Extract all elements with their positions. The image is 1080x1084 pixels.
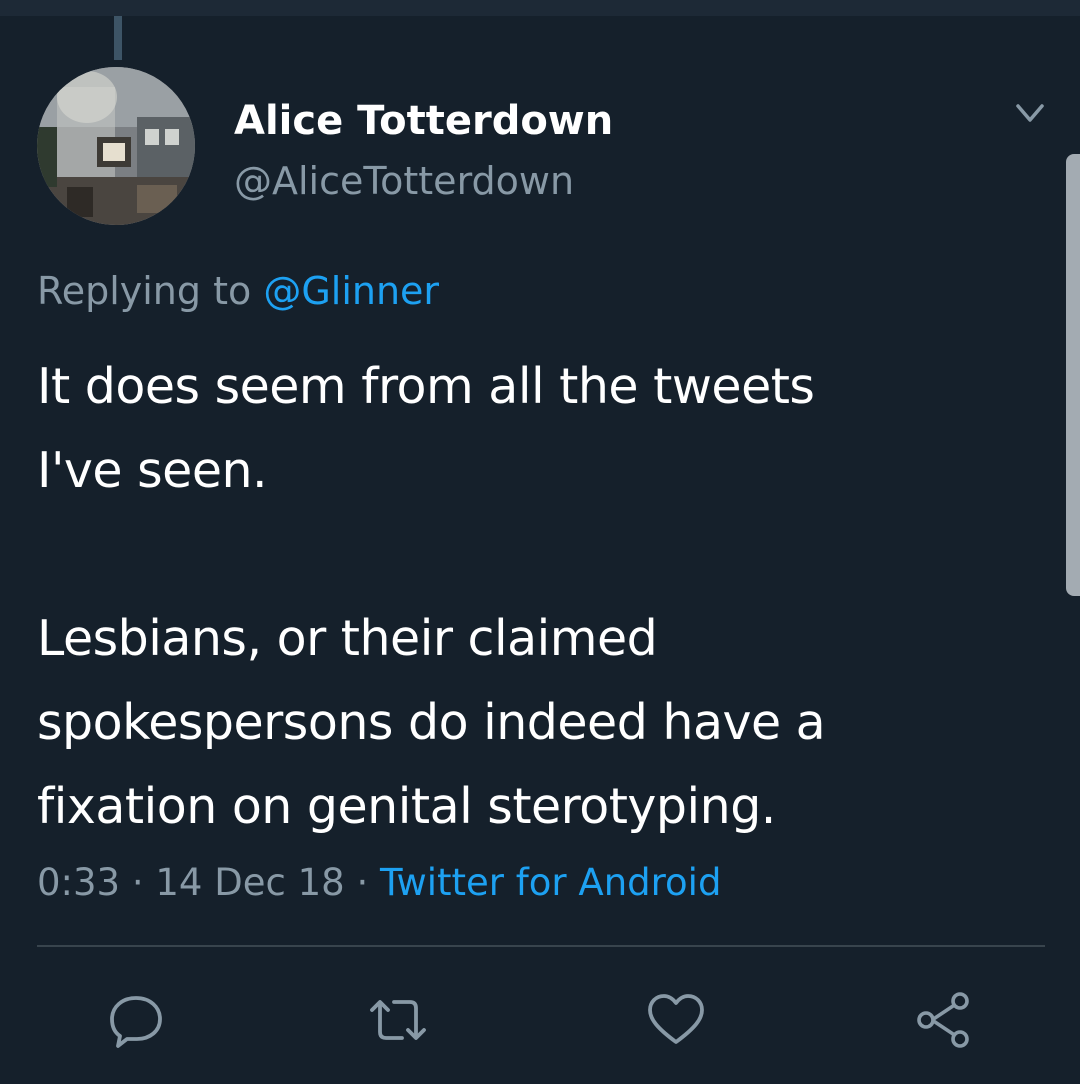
- share-icon: [917, 992, 969, 1048]
- tweet-date: 14 Dec 18: [155, 861, 345, 904]
- meta-separator: ·: [344, 861, 380, 904]
- retweet-button[interactable]: [363, 985, 433, 1055]
- tweet-meta: 0:33 · 14 Dec 18 · Twitter for Android: [37, 857, 721, 909]
- retweet-icon: [370, 1000, 426, 1040]
- tweet-source-link[interactable]: Twitter for Android: [380, 861, 721, 904]
- chevron-down-icon[interactable]: [1010, 96, 1050, 132]
- divider: [37, 945, 1045, 947]
- comment-icon: [110, 996, 162, 1048]
- replying-to-label: Replying to: [37, 269, 252, 313]
- tweet-time: 0:33: [37, 861, 121, 904]
- heart-icon: [648, 994, 704, 1044]
- meta-separator: ·: [120, 861, 156, 904]
- scrollbar-thumb[interactable]: [1066, 154, 1080, 596]
- thread-connector-line: [114, 16, 122, 60]
- display-name[interactable]: Alice Totterdown: [234, 96, 613, 146]
- avatar-image: [37, 67, 195, 225]
- user-handle[interactable]: @AliceTotterdown: [234, 157, 574, 205]
- share-button[interactable]: [908, 985, 978, 1055]
- replying-to-mention[interactable]: @Glinner: [263, 269, 439, 313]
- like-button[interactable]: [641, 985, 711, 1055]
- reply-button[interactable]: [101, 985, 171, 1055]
- avatar[interactable]: [37, 67, 195, 225]
- replying-to-line: Replying to @Glinner: [37, 266, 439, 316]
- top-bar: [0, 0, 1080, 16]
- tweet-text: It does seem from all the tweets I've se…: [37, 358, 826, 835]
